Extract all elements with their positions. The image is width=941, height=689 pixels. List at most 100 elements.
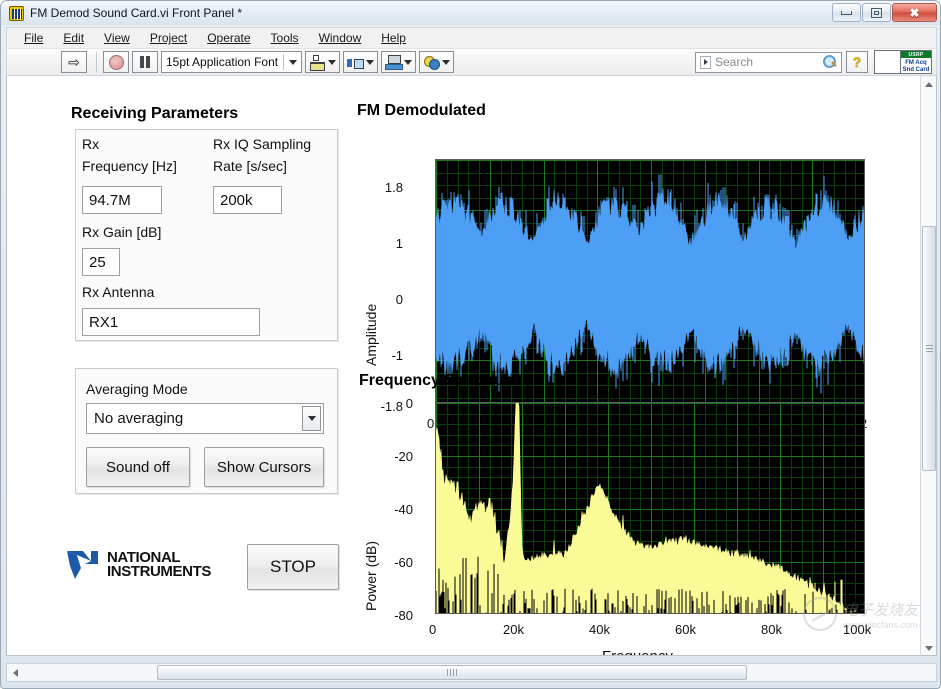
search-placeholder: Search bbox=[715, 55, 819, 69]
distribute-objects-button[interactable] bbox=[343, 51, 378, 73]
fs-x-axis-label: Frequency bbox=[602, 648, 673, 656]
abort-octagon-icon bbox=[109, 55, 124, 70]
ni-logo-line2: INSTRUMENTS bbox=[107, 565, 211, 579]
vi-badge-usrp-label: USRP bbox=[901, 51, 931, 58]
national-instruments-logo: NATIONAL INSTRUMENTS bbox=[65, 548, 211, 582]
fs-xtick-3: 60k bbox=[675, 622, 696, 637]
vi-badge-line2: Snd Card bbox=[903, 67, 930, 74]
fm-demodulated-title: FM Demodulated bbox=[357, 102, 486, 120]
front-panel-canvas: Receiving Parameters Rx Frequency [Hz] 9… bbox=[6, 76, 937, 656]
reorder-objects-button[interactable] bbox=[419, 51, 454, 73]
menu-item-help[interactable]: Help bbox=[372, 29, 415, 47]
toolbar-separator bbox=[96, 52, 97, 72]
averaging-mode-select[interactable]: No averaging bbox=[86, 403, 324, 434]
vi-badge-line1: FM Acq bbox=[905, 60, 926, 67]
menu-item-edit[interactable]: Edit bbox=[54, 29, 93, 47]
toolbar: ⇨ 15pt Application Font bbox=[6, 48, 937, 76]
menu-label-edit: Edit bbox=[63, 31, 84, 45]
font-selector-label: 15pt Application Font bbox=[166, 55, 278, 69]
scroll-left-button[interactable] bbox=[7, 664, 24, 681]
abort-execution-button[interactable] bbox=[103, 51, 129, 73]
menu-item-view[interactable]: View bbox=[95, 29, 139, 47]
run-arrow-icon: ⇨ bbox=[68, 55, 80, 69]
chevron-up-icon bbox=[925, 82, 933, 87]
stop-button[interactable]: STOP bbox=[247, 544, 339, 590]
rx-frequency-label-line2: Frequency [Hz] bbox=[82, 158, 177, 174]
restore-button[interactable] bbox=[862, 3, 891, 22]
menu-bar: File Edit View Project Operate Tools Win… bbox=[6, 27, 937, 48]
frequency-spectrum-plot-area[interactable] bbox=[435, 402, 865, 614]
fs-xtick-4: 80k bbox=[761, 622, 782, 637]
frequency-spectrum-chart[interactable]: 0 -20 -40 -60 -80 Power (dB) 0 20k 40k 6… bbox=[357, 396, 872, 656]
menu-label-operate: Operate bbox=[207, 31, 250, 45]
rx-antenna-input[interactable]: RX1 bbox=[82, 308, 260, 336]
menu-item-operate[interactable]: Operate bbox=[198, 29, 259, 47]
chevron-down-icon bbox=[925, 646, 933, 651]
fs-ytick-2: -40 bbox=[357, 502, 413, 517]
sound-off-button[interactable]: Sound off bbox=[86, 447, 190, 487]
font-selector[interactable]: 15pt Application Font bbox=[161, 51, 302, 73]
vertical-scrollbar-thumb[interactable] bbox=[922, 226, 936, 471]
frequency-spectrum-trace bbox=[436, 403, 865, 614]
window-title: FM Demod Sound Card.vi Front Panel * bbox=[30, 6, 242, 20]
fs-xtick-5: 100k bbox=[843, 622, 871, 637]
distribute-objects-icon bbox=[347, 55, 364, 70]
menu-item-file[interactable]: File bbox=[15, 29, 52, 47]
scrollbar-grip-icon bbox=[447, 669, 457, 676]
vi-icon-badge[interactable]: USRP FM Acq Snd Card bbox=[874, 50, 932, 74]
chevron-down-icon bbox=[289, 60, 297, 65]
pause-button[interactable] bbox=[132, 51, 158, 73]
rx-frequency-label-line1: Rx bbox=[82, 136, 99, 152]
rx-iq-rate-input[interactable]: 200k bbox=[213, 186, 282, 214]
chevron-down-icon bbox=[328, 60, 336, 65]
show-cursors-label: Show Cursors bbox=[217, 459, 311, 476]
search-input[interactable]: Search bbox=[695, 52, 842, 73]
show-cursors-button[interactable]: Show Cursors bbox=[204, 447, 324, 487]
frequency-spectrum-title: Frequency Spectrum bbox=[359, 372, 518, 390]
labview-front-panel-window: FM Demod Sound Card.vi Front Panel * ✖ F… bbox=[0, 0, 941, 689]
run-button[interactable]: ⇨ bbox=[61, 51, 87, 73]
vertical-scrollbar[interactable] bbox=[920, 76, 936, 656]
sound-off-label: Sound off bbox=[106, 459, 170, 476]
menu-item-window[interactable]: Window bbox=[310, 29, 371, 47]
resize-objects-icon bbox=[385, 55, 402, 70]
labview-vi-icon bbox=[9, 6, 24, 21]
close-icon: ✖ bbox=[909, 6, 919, 20]
window-controls: ✖ bbox=[832, 3, 937, 22]
ni-eagle-icon bbox=[65, 548, 101, 582]
minimize-icon bbox=[841, 11, 852, 15]
fs-y-axis-label: Power (dB) bbox=[363, 541, 379, 611]
chevron-down-icon bbox=[442, 60, 450, 65]
stop-button-label: STOP bbox=[270, 557, 316, 577]
fs-xtick-2: 40k bbox=[589, 622, 610, 637]
averaging-mode-label: Averaging Mode bbox=[86, 381, 188, 397]
chevron-left-icon bbox=[13, 669, 18, 677]
question-mark-icon: ? bbox=[853, 54, 862, 70]
rx-gain-input[interactable]: 25 bbox=[82, 248, 120, 276]
rx-gain-label: Rx Gain [dB] bbox=[82, 224, 161, 240]
fs-ytick-0: 0 bbox=[357, 396, 413, 411]
chevron-down-icon bbox=[366, 60, 374, 65]
menu-label-file: File bbox=[24, 31, 43, 45]
menu-label-project: Project bbox=[150, 31, 187, 45]
resize-objects-button[interactable] bbox=[381, 51, 416, 73]
fs-ytick-1: -20 bbox=[357, 449, 413, 464]
menu-item-project[interactable]: Project bbox=[141, 29, 196, 47]
title-bar: FM Demod Sound Card.vi Front Panel * ✖ bbox=[1, 1, 941, 25]
align-objects-button[interactable] bbox=[305, 51, 340, 73]
horizontal-scrollbar[interactable] bbox=[6, 663, 937, 682]
scroll-down-button[interactable] bbox=[921, 640, 937, 656]
rx-frequency-input[interactable]: 94.7M bbox=[82, 186, 162, 214]
rx-iq-rate-label-line1: Rx IQ Sampling bbox=[213, 136, 311, 152]
receiving-parameters-title: Receiving Parameters bbox=[71, 105, 238, 123]
horizontal-scrollbar-thumb[interactable] bbox=[157, 665, 747, 680]
close-button[interactable]: ✖ bbox=[892, 3, 937, 22]
menu-item-tools[interactable]: Tools bbox=[262, 29, 308, 47]
averaging-mode-dropdown-button[interactable] bbox=[302, 406, 321, 431]
chevron-down-icon bbox=[308, 416, 316, 421]
scroll-up-button[interactable] bbox=[921, 76, 937, 92]
minimize-button[interactable] bbox=[832, 3, 861, 22]
menu-label-view: View bbox=[104, 31, 130, 45]
context-help-button[interactable]: ? bbox=[846, 51, 868, 73]
search-icon[interactable] bbox=[823, 55, 837, 69]
